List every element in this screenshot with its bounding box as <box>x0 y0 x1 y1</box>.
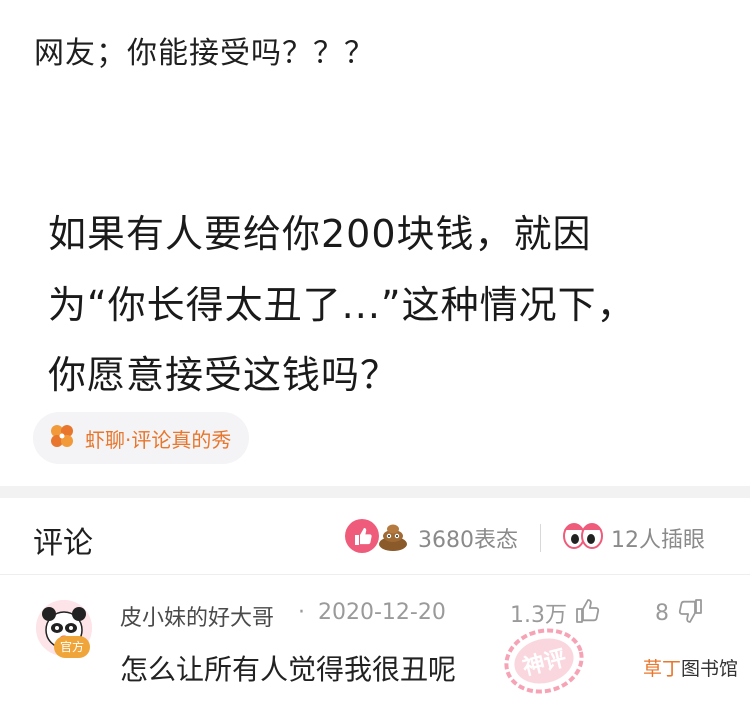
comment-text: 怎么让所有人觉得我很丑呢 <box>120 653 457 686</box>
watermark-part-1: 草丁 <box>642 658 681 680</box>
quote-image[interactable]: 如果有人要给你200块钱，就因 为“你长得太丑了...”这种情况下， 你愿意接受… <box>0 98 750 397</box>
avatar[interactable]: 官方 <box>36 600 92 658</box>
quote-line-2: 为“你长得太丑了...”这种情况下， <box>48 283 636 327</box>
poop-reaction-icon <box>376 519 410 557</box>
god-comment-stamp: 神评 <box>498 620 590 702</box>
official-badge: 官方 <box>54 636 90 658</box>
source-watermark: 草丁 图书馆 <box>643 654 738 681</box>
watermark-part-2: 图书馆 <box>680 658 738 680</box>
header-separator <box>540 524 541 552</box>
post-title: 网友；你能接受吗？？？ <box>34 36 375 71</box>
row-divider <box>0 574 750 575</box>
four-petal-icon <box>49 423 75 453</box>
reactions-bar[interactable]: 3680表态 12人插眼 <box>344 518 705 558</box>
eyes-icon <box>563 522 603 554</box>
thumbs-up-reaction-icon <box>344 518 380 558</box>
quote-line-1: 如果有人要给你200块钱，就因 <box>48 212 592 256</box>
section-divider <box>0 486 750 498</box>
meta-separator: · <box>298 600 305 625</box>
reactions-count: 3680表态 <box>418 528 518 553</box>
insert-eyes-count: 12人插眼 <box>611 528 705 553</box>
comment-date: 2020-12-20 <box>318 600 446 625</box>
topic-tag[interactable]: 虾聊·评论真的秀 <box>33 412 250 464</box>
quote-line-3: 你愿意接受这钱吗？ <box>48 353 400 397</box>
comments-header: 评论 3680表态 12人插眼 <box>0 510 750 566</box>
dislike-button[interactable]: 8 <box>655 596 705 630</box>
topic-label: 虾聊·评论真的秀 <box>85 427 232 452</box>
dislike-count: 8 <box>655 600 669 626</box>
comment-item[interactable]: 官方 皮小妹的好大哥 · 2020-12-20 1.3万 8 怎么让所有人觉得我… <box>0 580 750 705</box>
comments-title: 评论 <box>33 526 93 561</box>
thumbs-down-icon <box>675 596 705 630</box>
comment-author[interactable]: 皮小妹的好大哥 <box>120 600 274 632</box>
